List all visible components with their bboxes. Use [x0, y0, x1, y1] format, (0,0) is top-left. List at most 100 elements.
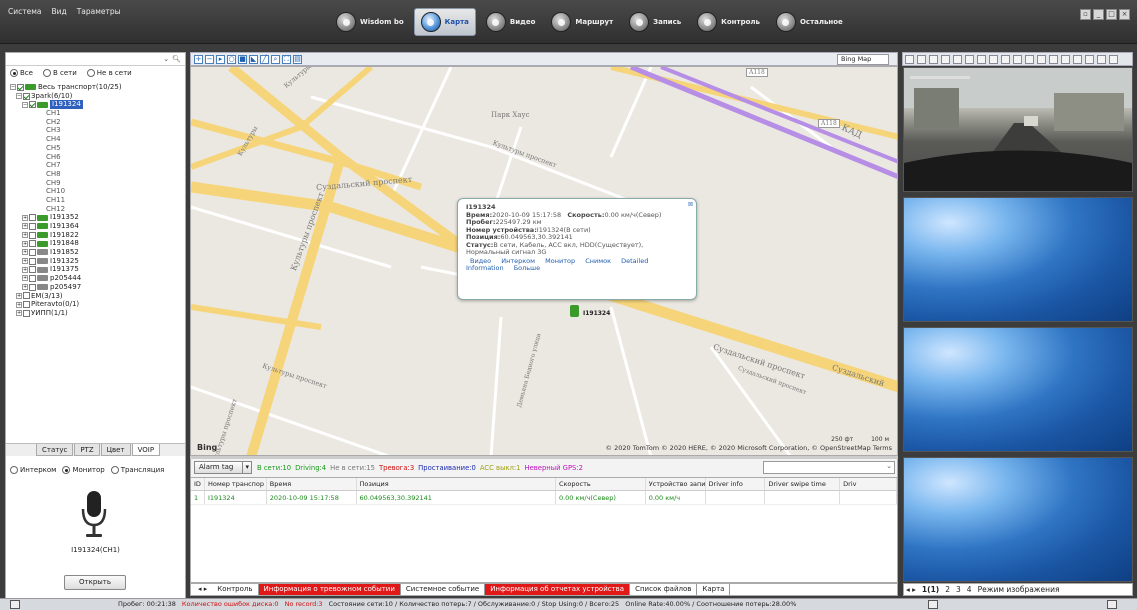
- column-header[interactable]: Driver swipe time: [765, 478, 841, 490]
- column-header[interactable]: Скорость: [556, 478, 646, 490]
- status-count[interactable]: Тревога:3: [379, 464, 414, 472]
- tree-channel[interactable]: CH5: [8, 144, 186, 153]
- tree-channel[interactable]: CH6: [8, 153, 186, 162]
- zoom-out-icon[interactable]: −: [205, 55, 214, 64]
- expand-icon[interactable]: +: [16, 310, 22, 317]
- menu-view[interactable]: Вид: [51, 7, 66, 16]
- video-tool-icon[interactable]: [1109, 55, 1118, 64]
- status-count[interactable]: Driving:4: [295, 464, 326, 472]
- expand-icon[interactable]: +: [22, 232, 28, 239]
- bottom-tab[interactable]: Системное событие: [401, 584, 486, 595]
- polygon-tool-icon[interactable]: ◣: [249, 55, 258, 64]
- tree-channel[interactable]: CH12: [8, 205, 186, 214]
- bottom-tab[interactable]: Контроль: [212, 584, 259, 595]
- expand-icon[interactable]: +: [22, 249, 28, 256]
- video-tool-icon[interactable]: [1001, 55, 1010, 64]
- rectangle-tool-icon[interactable]: ■: [238, 55, 247, 64]
- video-tool-icon[interactable]: [989, 55, 998, 64]
- expand-icon[interactable]: +: [22, 223, 28, 230]
- video-channel-1[interactable]: [903, 67, 1133, 192]
- video-tab[interactable]: Режим изображения: [978, 584, 1060, 595]
- column-header[interactable]: Номер транспор: [205, 478, 267, 490]
- video-tab[interactable]: 1(1): [922, 584, 939, 595]
- popup-link-information[interactable]: Information: [466, 264, 504, 272]
- filter-offline[interactable]: Не в сети: [86, 69, 132, 77]
- tree-vehicle[interactable]: + I191325: [8, 257, 186, 266]
- nav-1[interactable]: Карта: [413, 8, 476, 36]
- expand-icon[interactable]: −: [22, 101, 28, 108]
- mode-monitor[interactable]: Монитор: [62, 466, 105, 474]
- bottom-tab[interactable]: Информация об отчетах устройства: [485, 584, 631, 595]
- checkbox[interactable]: [29, 283, 36, 291]
- status-count[interactable]: ACC выкл:1: [480, 464, 521, 472]
- pointer-icon[interactable]: ▸: [216, 55, 225, 64]
- column-header[interactable]: Driver info: [706, 478, 766, 490]
- nav-4[interactable]: Запись: [623, 8, 687, 36]
- mode-intercom[interactable]: Интерком: [10, 466, 56, 474]
- checkbox[interactable]: [29, 214, 36, 222]
- expand-icon[interactable]: [928, 600, 938, 609]
- expand-icon[interactable]: +: [22, 258, 28, 265]
- tree-channel[interactable]: CH8: [8, 170, 186, 179]
- tree-group[interactable]: − Зpark(6/10): [8, 92, 186, 101]
- tree-channel[interactable]: CH9: [8, 179, 186, 188]
- video-tool-icon[interactable]: [905, 55, 914, 64]
- tree-root[interactable]: − Весь транспорт(10/25): [8, 83, 186, 92]
- filter-all[interactable]: Все: [10, 69, 33, 77]
- zoom-in-icon[interactable]: +: [194, 55, 203, 64]
- tree-vehicle[interactable]: + I191822: [8, 231, 186, 240]
- checkbox[interactable]: [29, 266, 36, 274]
- menu-params[interactable]: Tараметры: [77, 7, 121, 16]
- tree-group[interactable]: + EM(3/13): [8, 292, 186, 301]
- video-tab[interactable]: 4: [967, 584, 972, 595]
- expand-icon[interactable]: −: [10, 84, 16, 91]
- tree-channel[interactable]: CH7: [8, 161, 186, 170]
- expand-icon[interactable]: +: [16, 301, 22, 308]
- video-tool-icon[interactable]: [1061, 55, 1070, 64]
- tab-color[interactable]: Цвет: [100, 444, 131, 456]
- video-tool-icon[interactable]: [1085, 55, 1094, 64]
- video-tool-icon[interactable]: [1013, 55, 1022, 64]
- tree-channel[interactable]: CH3: [8, 126, 186, 135]
- video-tab[interactable]: 2: [945, 584, 950, 595]
- tree-vehicle[interactable]: + I191852: [8, 248, 186, 257]
- column-header[interactable]: Driv: [840, 478, 897, 490]
- tab-scroll-arrows[interactable]: ◂ ▸: [906, 584, 916, 595]
- popup-link-monitor[interactable]: Монитор: [545, 257, 575, 265]
- video-tool-icon[interactable]: [953, 55, 962, 64]
- tree-vehicle[interactable]: + I191352: [8, 213, 186, 222]
- nav-2[interactable]: Видео: [480, 8, 541, 36]
- video-tool-icon[interactable]: [1097, 55, 1106, 64]
- checkbox[interactable]: [29, 274, 36, 282]
- video-tool-icon[interactable]: [965, 55, 974, 64]
- circle-tool-icon[interactable]: ○: [227, 55, 236, 64]
- tree-channel[interactable]: CH1: [8, 109, 186, 118]
- tree-channel[interactable]: CH4: [8, 135, 186, 144]
- popup-link-more[interactable]: Больше: [514, 264, 540, 272]
- checkbox[interactable]: [23, 301, 30, 309]
- video-tool-icon[interactable]: [1073, 55, 1082, 64]
- map-view[interactable]: Парк Хаус КАД A118 A118 Суздальский прос…: [190, 66, 898, 456]
- video-tool-icon[interactable]: [1037, 55, 1046, 64]
- video-tool-icon[interactable]: [1025, 55, 1034, 64]
- map-provider-select[interactable]: Bing Map: [837, 54, 889, 65]
- save-icon[interactable]: ▤: [293, 55, 302, 64]
- expand-icon[interactable]: [10, 600, 20, 609]
- filter-dropdown[interactable]: ⌄: [763, 461, 895, 474]
- bottom-tab[interactable]: Информация о тревожном событии: [258, 584, 401, 595]
- status-count[interactable]: Простаивание:0: [418, 464, 476, 472]
- close-icon[interactable]: ⊠: [688, 201, 693, 209]
- checkbox[interactable]: [23, 92, 30, 100]
- expand-icon[interactable]: +: [22, 240, 28, 247]
- checkbox[interactable]: [29, 240, 36, 248]
- tree-channel[interactable]: CH2: [8, 118, 186, 127]
- column-header[interactable]: ID: [191, 478, 205, 490]
- checkbox[interactable]: [29, 248, 36, 256]
- expand-icon[interactable]: +: [22, 266, 28, 273]
- column-header[interactable]: Позиция: [357, 478, 556, 490]
- open-button[interactable]: Открыть: [64, 575, 126, 590]
- tree-vehicle[interactable]: + I191375: [8, 265, 186, 274]
- restore-icon[interactable]: ▫: [1080, 9, 1091, 20]
- tree-vehicle[interactable]: + I191364: [8, 222, 186, 231]
- popup-link-snapshot[interactable]: Снимок: [585, 257, 611, 265]
